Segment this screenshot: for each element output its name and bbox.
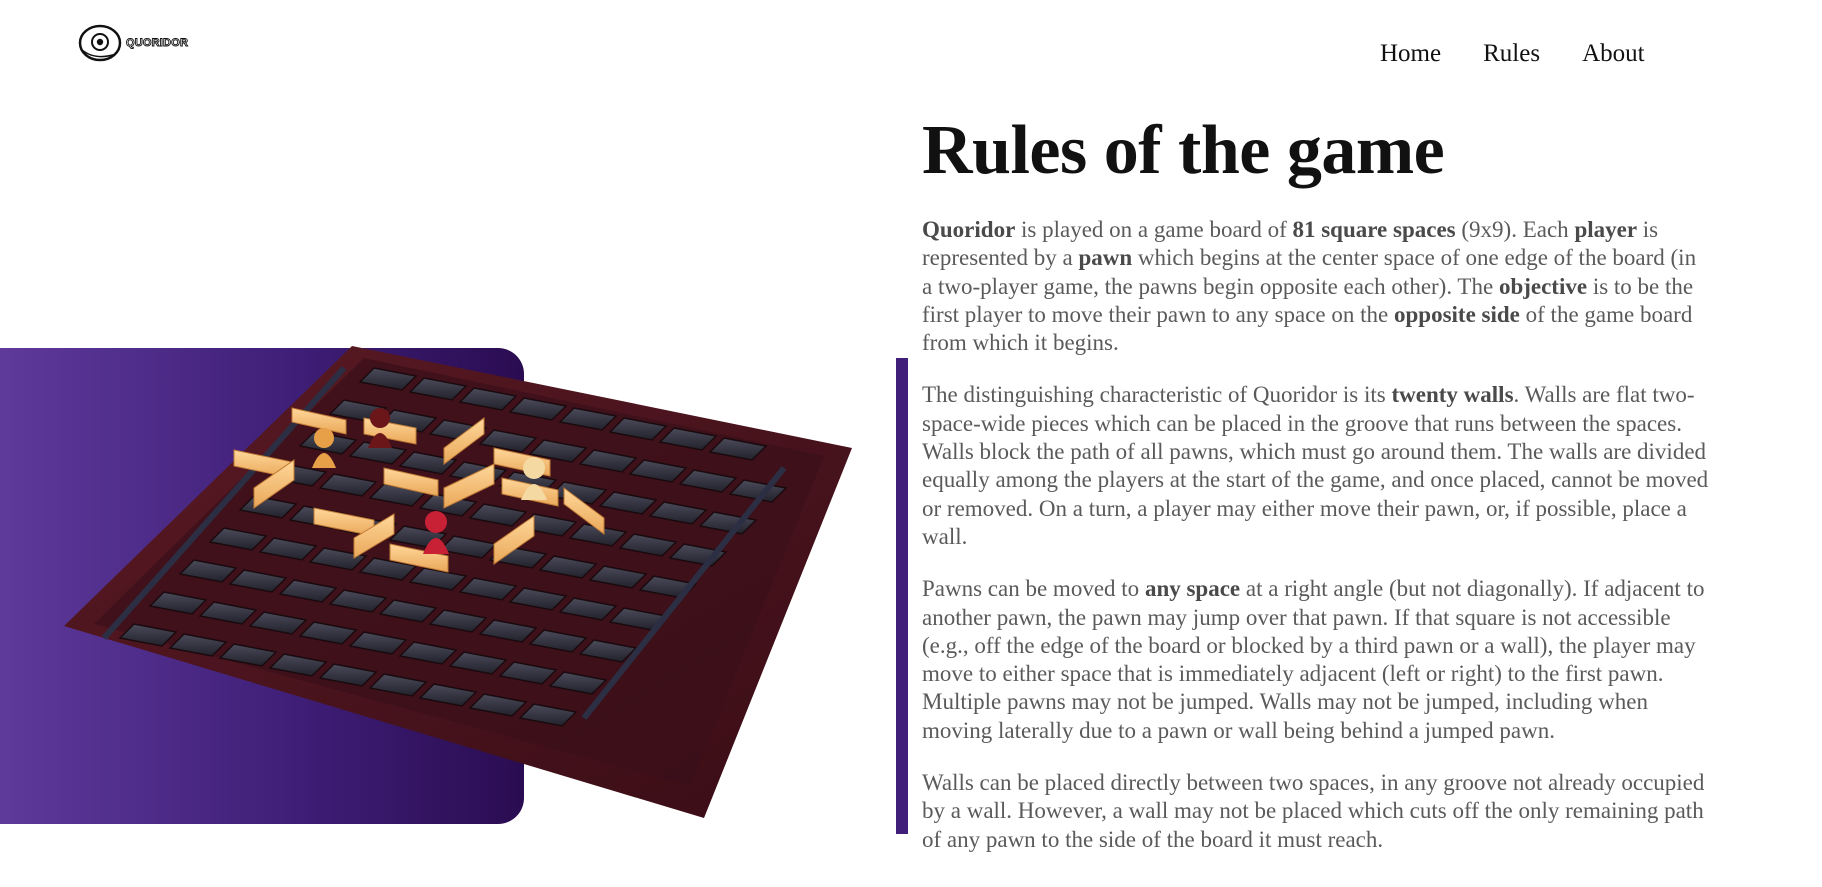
rules-text: Quoridor is played on a game board of 81…: [922, 216, 1712, 878]
rules-paragraph-4: Walls can be placed directly between two…: [922, 770, 1705, 852]
rules-paragraph-1: Quoridor is played on a game board of 81…: [922, 217, 1697, 356]
nav-link-home[interactable]: Home: [1380, 40, 1441, 68]
quoridor-board-image: [64, 346, 852, 818]
accent-bar: [896, 358, 908, 834]
quoridor-logo[interactable]: QUORIDOR: [78, 20, 202, 66]
nav-link-about[interactable]: About: [1582, 40, 1645, 68]
main-nav: Home Rules About: [1380, 40, 1645, 68]
rules-paragraph-2: The distinguishing characteristic of Quo…: [922, 382, 1709, 549]
logo-text: QUORIDOR: [126, 37, 189, 50]
rules-paragraph-3: Pawns can be moved to any space at a rig…: [922, 576, 1705, 743]
page-title: Rules of the game: [922, 112, 1445, 189]
logo-mark-icon: [78, 24, 122, 62]
nav-link-rules[interactable]: Rules: [1483, 40, 1540, 68]
